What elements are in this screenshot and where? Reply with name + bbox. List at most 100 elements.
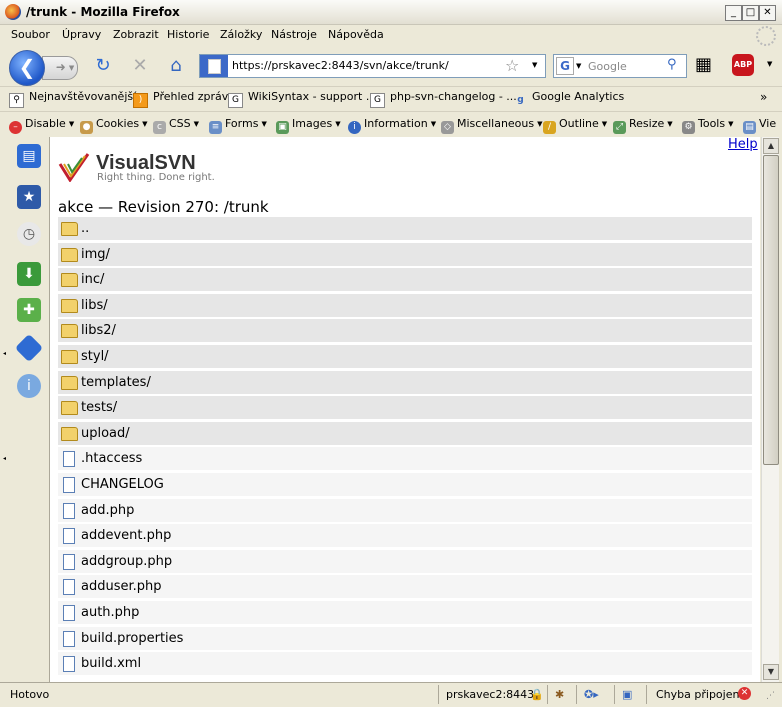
bookmark-php-svn-changelog[interactable]: Gphp-svn-changelog - ... [370,90,517,108]
folder-row[interactable]: upload/ [58,422,752,445]
folder-row[interactable]: tests/ [58,396,752,419]
folder-link[interactable]: inc/ [81,272,104,287]
back-button[interactable]: ❮ [9,50,45,86]
file-row[interactable]: adduser.php [58,575,752,598]
folder-link[interactable]: .. [81,221,89,236]
file-row[interactable]: .htaccess [58,447,752,470]
file-link[interactable]: addevent.php [81,528,171,543]
downloads-icon[interactable]: ⬇ [17,262,41,286]
folder-row[interactable]: libs2/ [58,319,752,342]
resize-grip-icon[interactable]: ⋰ [766,691,775,701]
maximize-button[interactable]: □ [742,5,759,21]
bookmark-star-icon[interactable]: ★ [17,185,41,209]
minimize-button[interactable]: _ [725,5,742,21]
webdev-information[interactable]: i Information ▼ [348,117,436,134]
folder-link[interactable]: libs/ [81,298,108,313]
info-bubble-icon[interactable]: i [17,374,41,398]
home-icon[interactable]: ⌂ [165,55,187,77]
folder-link[interactable]: styl/ [81,349,109,364]
file-link[interactable]: CHANGELOG [81,477,164,492]
webdev-resize[interactable]: ⤢ Resize ▼ [613,117,673,134]
file-link[interactable]: auth.php [81,605,139,620]
abp-icon[interactable]: ABP [732,54,754,76]
google-engine-icon[interactable]: G [556,57,574,75]
close-button[interactable]: ✕ [759,5,776,21]
menu-napoveda[interactable]: Nápověda [328,28,384,41]
bookmark-wikisyntax[interactable]: G WikiSyntax - support ... [228,90,376,108]
stop-icon[interactable]: ✕ [129,55,151,77]
scroll-down-icon[interactable]: ▼ [763,664,779,680]
abp-dropdown-icon[interactable]: ▼ [767,60,772,68]
webdev-css[interactable]: c CSS ▼ [153,117,199,134]
lock-icon[interactable]: 🔒 [530,688,544,701]
folder-row[interactable]: templates/ [58,371,752,394]
site-identity-button[interactable] [200,55,228,77]
folder-link[interactable]: templates/ [81,375,151,390]
file-row[interactable]: addevent.php [58,524,752,547]
menu-upravy[interactable]: Úpravy [62,28,101,41]
folder-row[interactable]: styl/ [58,345,752,368]
folder-link[interactable]: upload/ [81,426,130,441]
addon-status-icon[interactable]: ✪▸ [584,688,599,701]
file-link[interactable]: addgroup.php [81,554,172,569]
file-link[interactable]: build.xml [81,656,141,671]
url-bar[interactable]: https://prskavec2:8443/svn/akce/trunk/ ☆… [199,54,546,78]
error-icon[interactable]: ✕ [738,687,751,700]
bookmark-feed[interactable]: ) Přehled zpráv [133,90,228,108]
folder-row[interactable]: .. [58,217,752,240]
bookmark-google-analytics[interactable]: g Google Analytics [514,90,624,107]
network-icon[interactable]: ▣ [622,688,632,701]
webdev-forms[interactable]: ≡ Forms ▼ [209,117,267,134]
file-row[interactable]: build.properties [58,627,752,650]
file-row[interactable]: build.xml [58,652,752,675]
file-row[interactable]: addgroup.php [58,550,752,573]
webdev-disable[interactable]: – Disable ▼ [9,117,74,134]
vertical-scrollbar[interactable]: ▲ ▼ [761,137,779,682]
engine-dropdown-icon[interactable]: ▼ [576,62,581,70]
file-link[interactable]: add.php [81,503,134,518]
web-slice-icon[interactable]: ▤ [17,144,41,168]
file-link[interactable]: adduser.php [81,579,162,594]
url-text[interactable]: https://prskavec2:8443/svn/akce/trunk/ [232,59,449,72]
file-row[interactable]: CHANGELOG [58,473,752,496]
file-row[interactable]: add.php [58,499,752,522]
bookmark-most-visited[interactable]: ⚲ Nejnavštěvovanější [9,90,136,108]
firebug-icon[interactable]: ✱ [555,688,564,701]
folder-row[interactable]: img/ [58,243,752,266]
url-dropdown-icon[interactable]: ▼ [532,61,537,69]
grid-icon[interactable]: ▦ [695,54,717,76]
webdev-outline[interactable]: / Outline ▼ [543,117,607,134]
scroll-thumb[interactable] [763,155,779,465]
forward-button[interactable]: ➜ ▼ [42,56,78,80]
scroll-up-icon[interactable]: ▲ [763,138,779,154]
menu-historie[interactable]: Historie [167,28,209,41]
addons-puzzle-icon[interactable]: ✚ [17,298,41,322]
star-icon[interactable]: ☆ [505,56,519,75]
menu-soubor[interactable]: Soubor [11,28,50,41]
dropdown-icon[interactable]: ▼ [69,64,74,72]
webdev-tools[interactable]: ⚙ Tools ▼ [682,117,734,134]
webdev-view-source[interactable]: ▤ Vie [743,117,776,134]
webdev-miscellaneous[interactable]: ◇ Miscellaneous ▼ [441,117,543,134]
file-row[interactable]: auth.php [58,601,752,624]
folder-link[interactable]: tests/ [81,400,117,415]
folder-link[interactable]: img/ [81,247,110,262]
reload-icon[interactable]: ↻ [92,55,114,77]
webdev-cookies[interactable]: ● Cookies ▼ [80,117,147,134]
file-link[interactable]: .htaccess [81,451,142,466]
menu-zobrazit[interactable]: Zobrazit [113,28,159,41]
folder-row[interactable]: libs/ [58,294,752,317]
menu-zalozky[interactable]: Záložky [220,28,262,41]
sidebar-grip-icon[interactable]: ◂ [3,350,6,357]
bookmarks-overflow-icon[interactable]: » [760,90,767,104]
history-clock-icon[interactable]: ◷ [17,222,41,246]
search-icon[interactable]: ⚲ [667,57,677,72]
menu-nastroje[interactable]: Nástroje [271,28,317,41]
help-link[interactable]: Help [728,137,758,152]
sidebar-grip-icon[interactable]: ◂ [3,455,6,462]
search-bar[interactable]: G ▼ Google ⚲ [553,54,687,78]
search-placeholder[interactable]: Google [588,60,627,73]
file-link[interactable]: build.properties [81,631,183,646]
folder-link[interactable]: libs2/ [81,323,116,338]
webdev-images[interactable]: ▣ Images ▼ [276,117,341,134]
